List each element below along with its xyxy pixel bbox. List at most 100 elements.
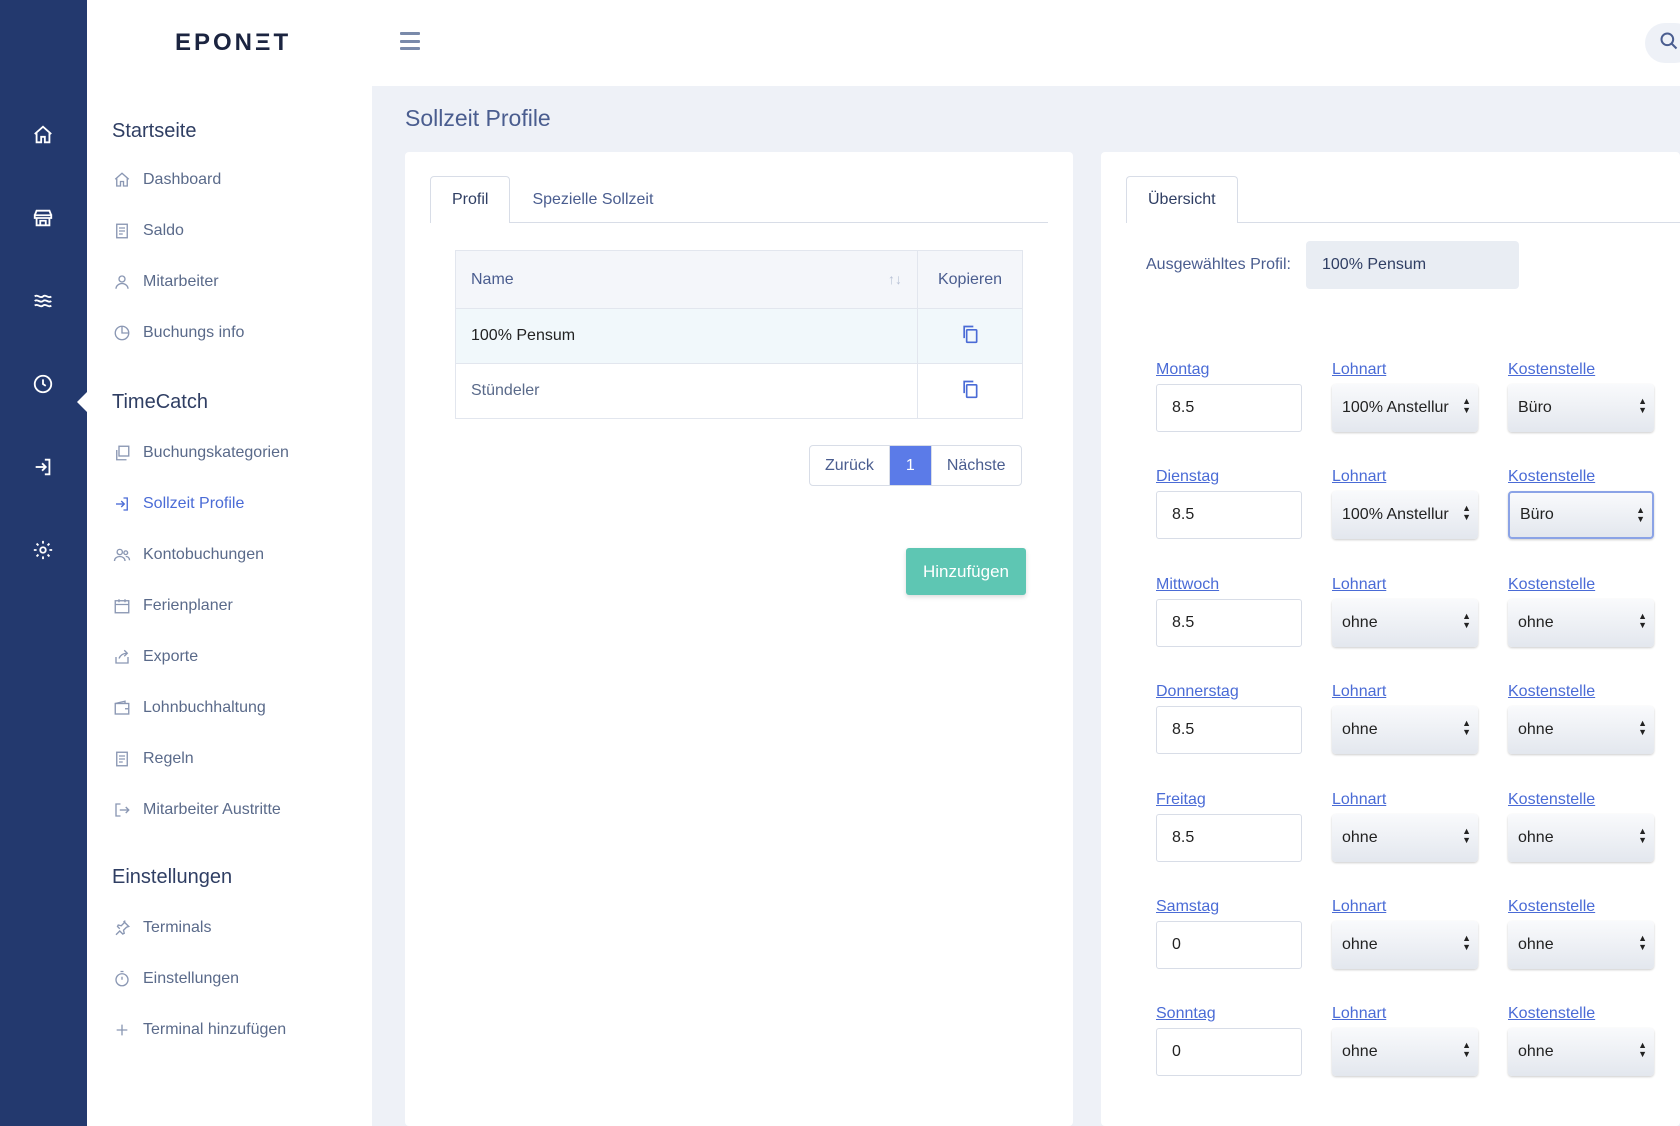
copy-icon bbox=[112, 443, 132, 463]
day-row-sonntag: Sonntag Lohnart Kostenstelle 0 ohne ▲ ▼ oh… bbox=[1156, 1005, 1676, 1095]
share-icon bbox=[112, 647, 132, 667]
top-header bbox=[87, 0, 1680, 86]
home-icon bbox=[112, 170, 132, 190]
lohnart-select[interactable]: 100% Anstellur ▲ ▼ bbox=[1332, 491, 1478, 539]
lohnart-label: Lohnart bbox=[1332, 898, 1387, 915]
select-arrows-icon: ▲ ▼ bbox=[1638, 933, 1647, 952]
sidebar-item-dashboard[interactable]: Dashboard bbox=[112, 168, 221, 192]
copy-profile-button[interactable] bbox=[917, 363, 1023, 419]
select-arrows-icon: ▲ ▼ bbox=[1638, 396, 1647, 415]
tab-spezielle-sollzeit[interactable]: Spezielle Sollzeit bbox=[510, 176, 675, 223]
profile-table: Name ↑↓ Kopieren 100% Pensum Stündeler bbox=[455, 250, 1023, 419]
hours-input[interactable]: 8.5 bbox=[1156, 599, 1302, 647]
active-indicator bbox=[77, 392, 87, 412]
sidebar-section-startseite: Startseite bbox=[112, 120, 197, 142]
day-row-freitag: Freitag Lohnart Kostenstelle 8.5 ohne ▲ ▼ … bbox=[1156, 791, 1676, 881]
select-arrows-icon: ▲ ▼ bbox=[1638, 826, 1647, 845]
select-arrows-icon: ▲ ▼ bbox=[1462, 718, 1471, 737]
table-row[interactable]: Stündeler bbox=[455, 363, 1023, 419]
table-row[interactable]: 100% Pensum bbox=[455, 308, 1023, 364]
hours-input[interactable]: 8.5 bbox=[1156, 814, 1302, 862]
page-title: Sollzeit Profile bbox=[405, 105, 551, 131]
pagination-page-1[interactable]: 1 bbox=[888, 446, 932, 485]
hours-input[interactable]: 0 bbox=[1156, 921, 1302, 969]
settings-icon[interactable] bbox=[23, 530, 63, 570]
sidebar-item-mitarbeiter-austritte[interactable]: Mitarbeiter Austritte bbox=[112, 798, 281, 822]
column-header-kopieren: Kopieren bbox=[917, 250, 1023, 309]
pagination-next-button[interactable]: Nächste bbox=[932, 446, 1021, 485]
sidebar-item-lohnbuchhaltung[interactable]: Lohnbuchhaltung bbox=[112, 696, 266, 720]
kostenstelle-label: Kostenstelle bbox=[1508, 898, 1596, 915]
lohnart-select[interactable]: ohne ▲ ▼ bbox=[1332, 814, 1478, 862]
kostenstelle-select[interactable]: Büro ▲ ▼ bbox=[1508, 491, 1654, 539]
pagination: Zurück 1 Nächste bbox=[809, 445, 1022, 486]
lohnart-select[interactable]: ohne ▲ ▼ bbox=[1332, 921, 1478, 969]
app-logo[interactable]: EPONΞT bbox=[175, 29, 291, 57]
sidebar-item-regeln[interactable]: Regeln bbox=[112, 747, 194, 771]
sidebar-item-buchungs-info[interactable]: Buchungs info bbox=[112, 321, 244, 345]
kostenstelle-select[interactable]: ohne ▲ ▼ bbox=[1508, 706, 1654, 754]
home-icon[interactable] bbox=[23, 115, 63, 155]
day-row-dienstag: Dienstag Lohnart Kostenstelle 8.5 100% A… bbox=[1156, 468, 1676, 558]
sidebar-item-ferienplaner[interactable]: Ferienplaner bbox=[112, 594, 233, 618]
sidebar-item-kontobuchungen[interactable]: Kontobuchungen bbox=[112, 543, 264, 567]
select-arrows-icon: ▲ ▼ bbox=[1636, 505, 1645, 524]
search-icon bbox=[1659, 31, 1679, 56]
copy-profile-button[interactable] bbox=[917, 308, 1023, 364]
menu-toggle-icon[interactable] bbox=[400, 30, 420, 52]
pagination-prev-button[interactable]: Zurück bbox=[810, 446, 889, 485]
plus-icon bbox=[112, 1020, 132, 1040]
add-profile-button[interactable]: Hinzufügen bbox=[906, 548, 1026, 595]
wallet-icon bbox=[112, 698, 132, 718]
sidebar-item-mitarbeiter[interactable]: Mitarbeiter bbox=[112, 270, 219, 294]
lohnart-select[interactable]: ohne ▲ ▼ bbox=[1332, 599, 1478, 647]
profile-name-cell[interactable]: 100% Pensum bbox=[455, 308, 918, 364]
login-icon[interactable] bbox=[23, 447, 63, 487]
sidebar-item-label: Kontobuchungen bbox=[143, 546, 264, 563]
sidebar-item-exporte[interactable]: Exporte bbox=[112, 645, 198, 669]
profile-name-cell[interactable]: Stündeler bbox=[455, 363, 918, 419]
waves-icon[interactable] bbox=[23, 281, 63, 321]
kostenstelle-select[interactable]: ohne ▲ ▼ bbox=[1508, 599, 1654, 647]
search-button[interactable] bbox=[1645, 23, 1680, 63]
lohnart-select[interactable]: ohne ▲ ▼ bbox=[1332, 1028, 1478, 1076]
tab-uebersicht[interactable]: Übersicht bbox=[1126, 176, 1238, 223]
sort-icon[interactable]: ↑↓ bbox=[888, 271, 902, 287]
sidebar-item-terminals[interactable]: Terminals bbox=[112, 916, 211, 940]
sidebar-item-label: Ferienplaner bbox=[143, 597, 233, 614]
sidebar-item-sollzeit-profile[interactable]: Sollzeit Profile bbox=[112, 492, 244, 516]
store-icon[interactable] bbox=[23, 198, 63, 238]
sidebar-item-saldo[interactable]: Saldo bbox=[112, 219, 184, 243]
pin-icon bbox=[112, 918, 132, 938]
tab-profil[interactable]: Profil bbox=[430, 176, 511, 223]
timer-icon bbox=[112, 969, 132, 989]
kostenstelle-select[interactable]: ohne ▲ ▼ bbox=[1508, 1028, 1654, 1076]
sidebar-item-buchungskategorien[interactable]: Buchungskategorien bbox=[112, 441, 289, 465]
kostenstelle-select[interactable]: Büro ▲ ▼ bbox=[1508, 384, 1654, 432]
sidebar-item-label: Buchungs info bbox=[143, 324, 245, 341]
pie-chart-icon bbox=[112, 323, 132, 343]
lohnart-label: Lohnart bbox=[1332, 576, 1387, 593]
clock-icon[interactable] bbox=[23, 364, 63, 404]
hours-input[interactable]: 0 bbox=[1156, 1028, 1302, 1076]
day-row-donnerstag: Donnerstag Lohnart Kostenstelle 8.5 ohne… bbox=[1156, 683, 1676, 773]
kostenstelle-select[interactable]: ohne ▲ ▼ bbox=[1508, 814, 1654, 862]
hours-input[interactable]: 8.5 bbox=[1156, 706, 1302, 754]
sidebar-item-terminal-hinzufuegen[interactable]: Terminal hinzufügen bbox=[112, 1018, 286, 1042]
lohnart-select[interactable]: ohne ▲ ▼ bbox=[1332, 706, 1478, 754]
detail-tabs: Übersicht bbox=[1126, 176, 1680, 223]
hours-input[interactable]: 8.5 bbox=[1156, 491, 1302, 539]
hours-input[interactable]: 8.5 bbox=[1156, 384, 1302, 432]
column-header-name[interactable]: Name ↑↓ bbox=[455, 250, 918, 309]
sidebar-item-label: Lohnbuchhaltung bbox=[143, 699, 266, 716]
kostenstelle-select[interactable]: ohne ▲ ▼ bbox=[1508, 921, 1654, 969]
lohnart-select[interactable]: 100% Anstellur ▲ ▼ bbox=[1332, 384, 1478, 432]
sidebar-item-label: Sollzeit Profile bbox=[143, 495, 245, 512]
kostenstelle-label: Kostenstelle bbox=[1508, 468, 1596, 485]
copy-icon bbox=[960, 380, 980, 404]
sidebar-item-einstellungen[interactable]: Einstellungen bbox=[112, 967, 239, 991]
copy-icon bbox=[960, 325, 980, 349]
day-label: Montag bbox=[1156, 361, 1210, 378]
sidebar-item-label: Regeln bbox=[143, 750, 194, 767]
lohnart-label: Lohnart bbox=[1332, 361, 1387, 378]
